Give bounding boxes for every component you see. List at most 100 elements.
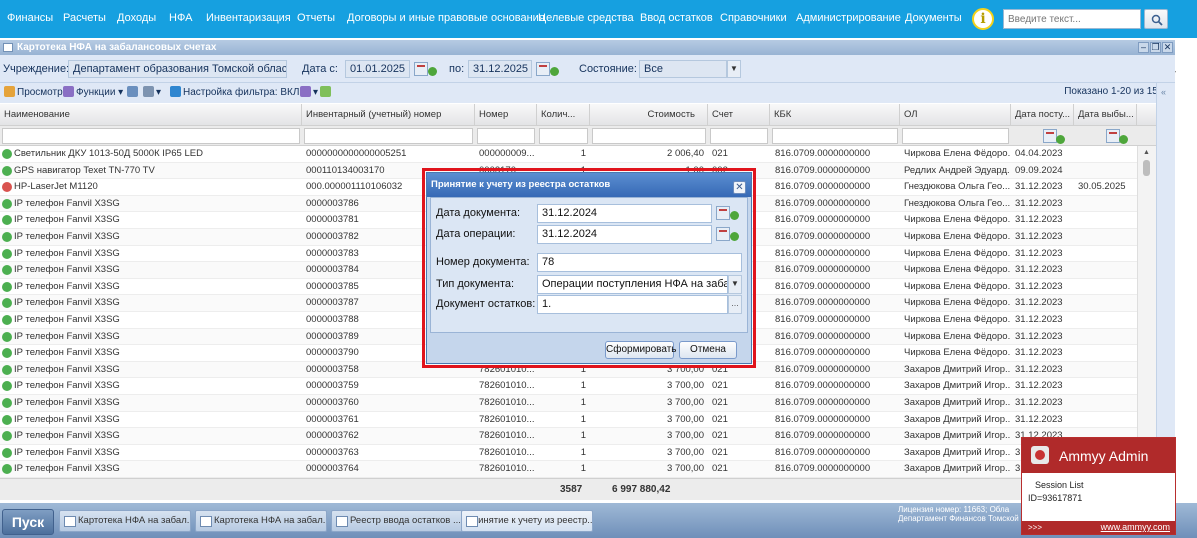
cancel-button[interactable]: Отмена xyxy=(679,341,737,359)
menu-contracts[interactable]: Договоры и иные правовые основания xyxy=(347,12,545,24)
table-row[interactable]: IP телефон Fanvil X3SG 0000003764 78260101… xyxy=(0,461,1137,478)
table-row[interactable]: Светильник ДКУ 1013-50Д 5000К IP65 LED 00… xyxy=(0,146,1137,163)
restore-icon[interactable]: ❐ xyxy=(1150,42,1161,53)
filter-number-input[interactable] xyxy=(477,128,535,144)
add-icon[interactable] xyxy=(550,67,559,76)
col-inventory-number[interactable]: Инвентарный (учетный) номер xyxy=(302,104,475,126)
view-button[interactable]: Просмотр xyxy=(4,86,63,98)
expand-icon[interactable]: « xyxy=(1161,87,1166,97)
col-account[interactable]: Счет xyxy=(708,104,770,126)
refresh-button[interactable] xyxy=(320,86,333,98)
table-row[interactable]: IP телефон Fanvil X3SG 0000003762 78260101… xyxy=(0,428,1137,445)
calendar-icon[interactable] xyxy=(716,206,730,220)
session-list-link[interactable]: Session List xyxy=(1035,480,1084,490)
ellipsis-icon[interactable]: … xyxy=(728,295,742,314)
col-quantity[interactable]: Колич... xyxy=(537,104,590,126)
menu-administration[interactable]: Администрирование xyxy=(796,12,901,24)
close-icon[interactable]: ✕ xyxy=(733,181,746,194)
menu-inventory[interactable]: Инвентаризация xyxy=(206,12,291,24)
cell-acc: 021 xyxy=(712,446,728,458)
functions-button[interactable]: Функции ▾ xyxy=(63,86,123,98)
menu-directories[interactable]: Справочники xyxy=(720,12,787,24)
menu-settlements[interactable]: Расчеты xyxy=(63,12,106,24)
calendar-icon[interactable] xyxy=(1106,129,1120,143)
filter-cost-input[interactable] xyxy=(592,128,706,144)
ammyy-arrows[interactable]: >>> xyxy=(1028,523,1042,532)
table-row[interactable]: IP телефон Fanvil X3SG 0000003761 78260101… xyxy=(0,412,1137,429)
filter-account-input[interactable] xyxy=(710,128,768,144)
search-input[interactable] xyxy=(1003,9,1141,29)
minimize-icon[interactable]: – xyxy=(1138,42,1149,53)
cell-kbk: 816.0709.0000000000 xyxy=(775,397,871,408)
task-item[interactable]: Картотека НФА на забал... xyxy=(59,510,191,532)
submit-button[interactable]: Сформировать xyxy=(605,341,677,359)
menu-reports[interactable]: Отчеты xyxy=(297,12,335,24)
doc-date-field[interactable]: 31.12.2024 xyxy=(537,204,712,223)
date-to-field[interactable]: 31.12.2025 xyxy=(468,60,532,78)
info-icon[interactable]: i xyxy=(972,8,994,30)
calendar-icon[interactable] xyxy=(716,227,730,241)
search-button[interactable] xyxy=(1144,9,1168,29)
filter-ol-input[interactable] xyxy=(902,128,1009,144)
cell-qty: 1 xyxy=(580,397,586,408)
menu-nfa[interactable]: НФА xyxy=(169,12,192,24)
col-name[interactable]: Наименование xyxy=(0,104,302,126)
chevron-down-icon[interactable]: ▼ xyxy=(727,60,741,78)
task-item-active[interactable]: Принятие к учету из реестр... xyxy=(461,510,593,532)
col-date-in[interactable]: Дата посту... xyxy=(1011,104,1074,126)
table-row[interactable]: IP телефон Fanvil X3SG 0000003760 78260101… xyxy=(0,395,1137,412)
col-kbk[interactable]: КБК xyxy=(770,104,900,126)
chevron-down-icon[interactable]: ▼ xyxy=(728,275,742,294)
doc-type-select[interactable]: Операции поступления НФА на забалан xyxy=(537,275,728,294)
cell-cost: 3 700,00 xyxy=(667,463,704,475)
cell-din: 31.12.2023 xyxy=(1015,314,1063,325)
start-button[interactable]: Пуск xyxy=(2,509,54,535)
date-from-field[interactable]: 01.01.2025 xyxy=(345,60,410,78)
calendar-icon[interactable] xyxy=(536,62,550,76)
cell-ol: Захаров Дмитрий Игор... xyxy=(904,363,1010,375)
scroll-thumb[interactable] xyxy=(1143,160,1150,176)
filter-quantity-input[interactable] xyxy=(539,128,588,144)
op-date-field[interactable]: 31.12.2024 xyxy=(537,225,712,244)
scroll-up-icon[interactable]: ▲ xyxy=(1143,149,1150,156)
col-number[interactable]: Номер xyxy=(475,104,537,126)
add-icon[interactable] xyxy=(428,67,437,76)
task-item[interactable]: Картотека НФА на забал... xyxy=(195,510,327,532)
vertical-scrollbar[interactable]: ▲ xyxy=(1137,146,1156,478)
filter-inventory-input[interactable] xyxy=(304,128,473,144)
state-select[interactable]: Все xyxy=(639,60,727,78)
cell-din: 31.12.2023 xyxy=(1015,330,1063,342)
doc-number-input[interactable]: 78 xyxy=(537,253,742,272)
col-cost[interactable]: Стоимость xyxy=(590,104,708,126)
add-icon[interactable] xyxy=(730,211,739,220)
filter-setting-button[interactable]: Настройка фильтра: ВКЛ xyxy=(170,86,299,98)
filter-name-input[interactable] xyxy=(2,128,300,144)
menu-balance-input[interactable]: Ввод остатков xyxy=(640,12,713,24)
col-date-out[interactable]: Дата выбы... xyxy=(1074,104,1137,126)
close-icon[interactable]: ✕ xyxy=(1162,42,1173,53)
calendar-icon[interactable] xyxy=(1043,129,1057,143)
calendar-icon[interactable] xyxy=(414,62,428,76)
menu-documents[interactable]: Документы xyxy=(905,12,962,24)
add-icon[interactable] xyxy=(730,232,739,241)
menu-income[interactable]: Доходы xyxy=(117,12,156,24)
table-row[interactable]: IP телефон Fanvil X3SG 0000003763 78260101… xyxy=(0,445,1137,462)
org-label: Учреждение: xyxy=(3,63,70,75)
org-field[interactable]: Департамент образования Томской области xyxy=(68,60,287,78)
print-button[interactable]: ▾ xyxy=(143,86,161,98)
task-item[interactable]: Реестр ввода остатков ... xyxy=(331,510,463,532)
filter-options-button[interactable]: ▾ xyxy=(300,86,318,98)
col-ol[interactable]: ОЛ xyxy=(900,104,1011,126)
menu-target-funds[interactable]: Целевые средства xyxy=(538,12,634,24)
add-icon[interactable] xyxy=(1056,135,1065,144)
table-row[interactable]: IP телефон Fanvil X3SG 0000003759 78260101… xyxy=(0,378,1137,395)
cell-name: Светильник ДКУ 1013-50Д 5000К IP65 LED xyxy=(14,148,203,159)
menu-finance[interactable]: Финансы xyxy=(7,12,53,24)
add-icon[interactable] xyxy=(1119,135,1128,144)
cell-name: IP телефон Fanvil X3SG xyxy=(14,380,120,392)
ammyy-link[interactable]: www.ammyy.com xyxy=(1101,522,1170,532)
list-button[interactable] xyxy=(127,86,140,98)
balance-doc-field[interactable]: 1. xyxy=(537,295,728,314)
filter-kbk-input[interactable] xyxy=(772,128,898,144)
cell-kbk: 816.0709.0000000000 xyxy=(775,264,871,276)
